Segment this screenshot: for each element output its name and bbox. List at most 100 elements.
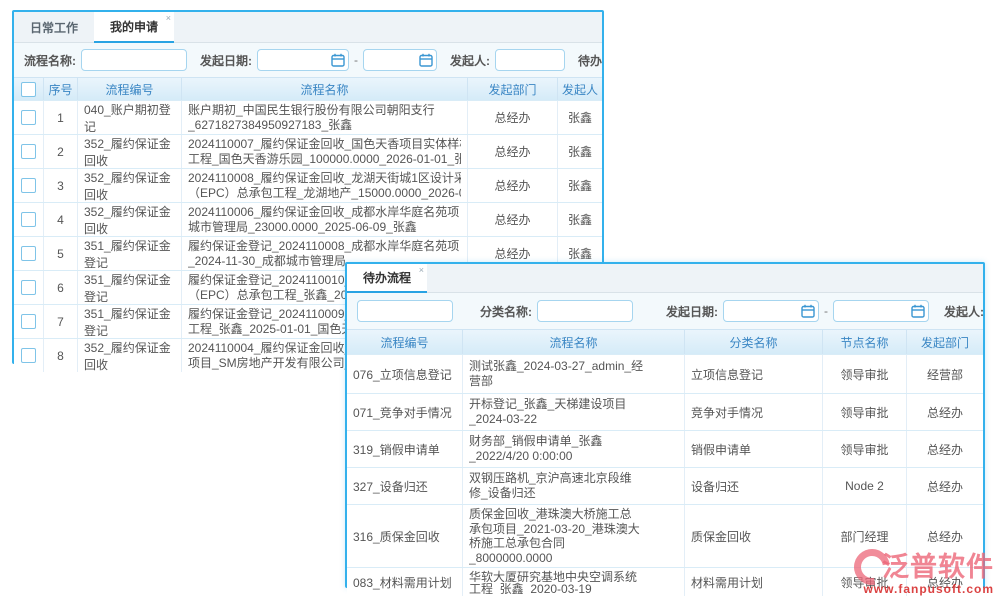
row-checkbox[interactable]	[21, 246, 36, 261]
cell-category: 材料需用计划	[685, 568, 823, 596]
cell-code: 351_履约保证金登记	[78, 271, 182, 304]
table-row[interactable]: 327_设备归还 双钢压路机_京沪高速北京段维修_设备归还 设备归还 Node …	[347, 467, 983, 504]
start-date-label: 发起日期:	[200, 52, 252, 69]
table-header: 流程编号 流程名称 分类名称 节点名称 发起部门	[347, 329, 983, 354]
cell-code: 316_质保金回收	[347, 505, 463, 567]
cell-seq: 3	[44, 169, 78, 202]
process-name-input[interactable]	[81, 49, 187, 71]
tab-bar: 待办流程 ×	[347, 264, 983, 293]
cell-category: 质保金回收	[685, 505, 823, 567]
date-from-field	[257, 49, 349, 71]
cell-node: 领导审批	[823, 394, 907, 430]
header-seq: 序号	[44, 78, 78, 100]
select-all-checkbox[interactable]	[21, 82, 36, 97]
date-to-field	[363, 49, 437, 71]
tab-my-applications[interactable]: 我的申请 ×	[94, 12, 174, 43]
header-code: 流程编号	[347, 330, 463, 354]
table-row[interactable]: 3 352_履约保证金回收 2024110008_履约保证金回收_龙湖天街城1区…	[14, 168, 602, 202]
close-icon[interactable]: ×	[419, 265, 424, 275]
date-to-input[interactable]	[833, 300, 929, 322]
cell-name: 开标登记_张鑫_天梯建设项目_2024-03-22	[463, 394, 685, 430]
cell-category: 竞争对手情况	[685, 394, 823, 430]
cell-code: 083_材料需用计划	[347, 568, 463, 596]
row-checkbox[interactable]	[21, 348, 36, 363]
cell-dept: 总经办	[907, 505, 983, 567]
row-checkbox[interactable]	[21, 110, 36, 125]
tab-label: 待办流程	[363, 269, 411, 286]
cell-code: 071_竞争对手情况	[347, 394, 463, 430]
date-range-separator: -	[824, 304, 828, 318]
cell-seq: 5	[44, 237, 78, 270]
cell-seq: 6	[44, 271, 78, 304]
header-code: 流程编号	[78, 78, 182, 100]
cell-dept: 总经办	[468, 101, 558, 134]
process-name-label: 流程名称:	[24, 52, 76, 69]
date-from-input[interactable]	[723, 300, 819, 322]
row-checkbox[interactable]	[21, 144, 36, 159]
cell-code: 040_账户期初登记	[78, 101, 182, 134]
cell-initiator: 张鑫	[558, 203, 602, 236]
header-name: 流程名称	[463, 330, 685, 354]
tab-pending-processes[interactable]: 待办流程 ×	[347, 264, 427, 293]
tab-daily-work[interactable]: 日常工作	[14, 12, 94, 42]
table-row[interactable]: 316_质保金回收 质保金回收_港珠澳大桥施工总承包项目_2021-03-20_…	[347, 504, 983, 567]
cell-name: 2024110006_履约保证金回收_成都水岸华庭名苑项目一标段_成都城市管理局…	[182, 203, 468, 236]
cell-initiator: 张鑫	[558, 135, 602, 168]
header-dept: 发起部门	[468, 78, 558, 100]
cell-node: 领导审批	[823, 431, 907, 467]
cell-dept: 总经办	[468, 169, 558, 202]
table-row[interactable]: 083_材料需用计划 华软大厦研究基地中央空调系统工程_张鑫_2020-03-1…	[347, 567, 983, 596]
cell-name: 华软大厦研究基地中央空调系统工程_张鑫_2020-03-19	[463, 568, 685, 596]
cell-code: 327_设备归还	[347, 468, 463, 504]
tab-bar: 日常工作 我的申请 ×	[14, 12, 602, 43]
close-icon[interactable]: ×	[166, 13, 171, 23]
cell-dept: 总经办	[907, 431, 983, 467]
category-label: 分类名称:	[480, 303, 532, 320]
cell-code: 352_履约保证金回收	[78, 135, 182, 168]
tab-label: 我的申请	[110, 18, 158, 35]
table-row[interactable]: 319_销假申请单 财务部_销假申请单_张鑫_2022/4/20 0:00:00…	[347, 430, 983, 467]
table-row[interactable]: 4 352_履约保证金回收 2024110006_履约保证金回收_成都水岸华庭名…	[14, 202, 602, 236]
cell-node: 部门经理	[823, 505, 907, 567]
row-checkbox[interactable]	[21, 314, 36, 329]
category-input[interactable]	[537, 300, 633, 322]
cell-seq: 8	[44, 339, 78, 372]
date-to-input[interactable]	[363, 49, 437, 71]
date-from-input[interactable]	[257, 49, 349, 71]
start-date-label: 发起日期:	[666, 303, 718, 320]
cell-seq: 1	[44, 101, 78, 134]
cell-code: 351_履约保证金登记	[78, 237, 182, 270]
date-range-separator: -	[354, 53, 358, 67]
cell-code: 352_履约保证金回收	[78, 203, 182, 236]
cell-dept: 总经办	[907, 468, 983, 504]
pending-processes-window: 待办流程 × 分类名称: 发起日期: - 发起人: 流程编号 流程名称 分类名称…	[345, 262, 985, 588]
table-row[interactable]: 071_竞争对手情况 开标登记_张鑫_天梯建设项目_2024-03-22 竞争对…	[347, 393, 983, 430]
cell-seq: 4	[44, 203, 78, 236]
cell-code: 352_履约保证金回收	[78, 339, 182, 372]
cell-dept: 总经办	[468, 203, 558, 236]
header-dept: 发起部门	[907, 330, 983, 354]
row-checkbox[interactable]	[21, 178, 36, 193]
cell-dept: 总经办	[468, 135, 558, 168]
initiator-input[interactable]	[495, 49, 565, 71]
cell-name: 账户期初_中国民生银行股份有限公司朝阳支行_627182738495092718…	[182, 101, 468, 134]
row-checkbox[interactable]	[21, 280, 36, 295]
cell-seq: 7	[44, 305, 78, 338]
cell-node: 领导审批	[823, 355, 907, 393]
date-from-field	[723, 300, 819, 322]
table-row[interactable]: 076_立项信息登记 测试张鑫_2024-03-27_admin_经营部 立项信…	[347, 354, 983, 393]
process-name-input[interactable]	[357, 300, 453, 322]
row-checkbox[interactable]	[21, 212, 36, 227]
table-row[interactable]: 1 040_账户期初登记 账户期初_中国民生银行股份有限公司朝阳支行_62718…	[14, 100, 602, 134]
table-row[interactable]: 2 352_履约保证金回收 2024110007_履约保证金回收_国色天香项目实…	[14, 134, 602, 168]
cell-category: 立项信息登记	[685, 355, 823, 393]
date-to-field	[833, 300, 929, 322]
cell-name: 2024110007_履约保证金回收_国色天香项目实体样板房区域园建工程_国色天…	[182, 135, 468, 168]
table-header: 序号 流程编号 流程名称 发起部门 发起人	[14, 77, 602, 100]
assignee-label: 待办人:	[578, 52, 602, 69]
cell-dept: 总经办	[907, 394, 983, 430]
header-category: 分类名称	[685, 330, 823, 354]
cell-seq: 2	[44, 135, 78, 168]
header-node: 节点名称	[823, 330, 907, 354]
cell-dept: 经营部	[907, 355, 983, 393]
